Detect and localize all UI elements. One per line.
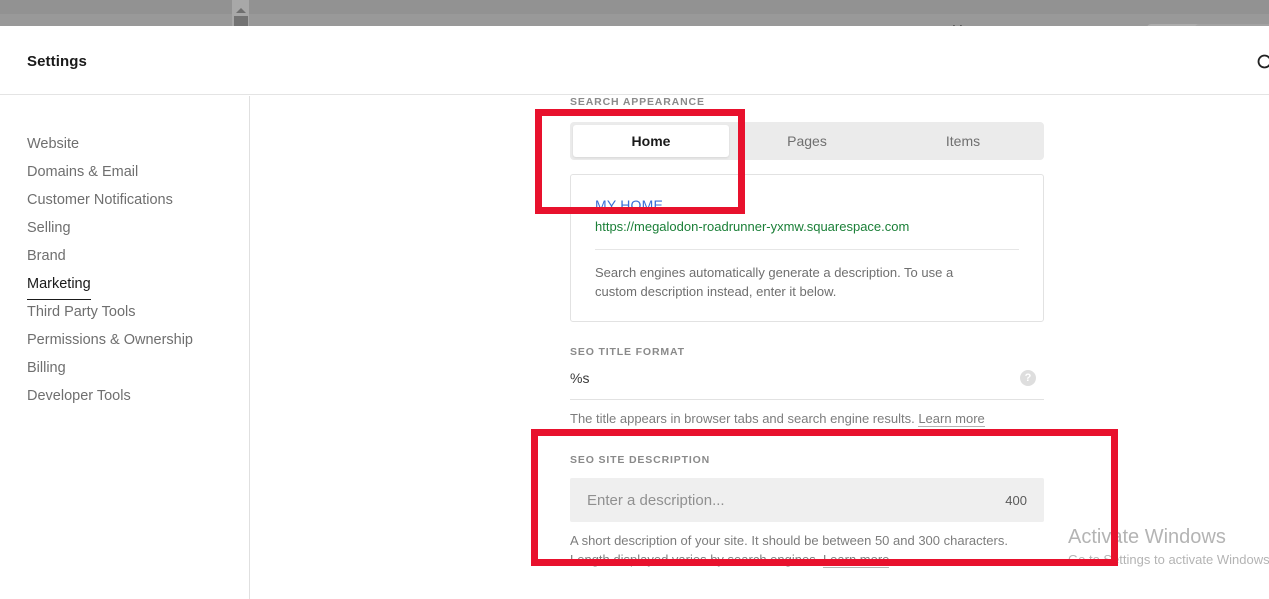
seo-title-format-section: SEO TITLE FORMAT %s ? The title appears … (570, 346, 1044, 428)
sidebar-item-third-party-tools[interactable]: Third Party Tools (0, 298, 249, 326)
seo-title-format-label: SEO TITLE FORMAT (570, 346, 685, 358)
sidebar-item-label: Customer Notifications (27, 192, 173, 208)
search-appearance-tabs: Home Pages Items (570, 122, 1044, 160)
scroll-up-arrow-icon[interactable] (236, 8, 246, 13)
screen-root: H Settings Website Domains & Email Custo… (0, 0, 1269, 599)
sidebar-item-billing[interactable]: Billing (0, 354, 249, 382)
settings-sidebar: Website Domains & Email Customer Notific… (0, 96, 250, 599)
browser-chrome-top-band (0, 0, 1269, 14)
sidebar-item-developer-tools[interactable]: Developer Tools (0, 382, 249, 410)
settings-main-content: SEARCH APPEARANCE Home Pages Items MY HO… (251, 96, 1269, 599)
sidebar-item-marketing[interactable]: Marketing (0, 270, 249, 300)
help-text-body: The title appears in browser tabs and se… (570, 411, 919, 426)
tab-items[interactable]: Items (885, 125, 1041, 157)
search-appearance-section: SEARCH APPEARANCE Home Pages Items (570, 96, 1044, 160)
learn-more-link[interactable]: Learn more (918, 411, 985, 427)
preview-description: Search engines automatically generate a … (595, 265, 954, 299)
seo-site-description-help: A short description of your site. It sho… (570, 531, 1044, 569)
seo-site-description-section: SEO SITE DESCRIPTION Enter a description… (570, 454, 1044, 569)
seo-title-format-input[interactable]: %s ? (570, 370, 1044, 400)
sidebar-item-label: Billing (27, 360, 66, 376)
help-icon[interactable]: ? (1020, 370, 1036, 386)
tab-label: Items (945, 133, 981, 149)
sidebar-item-label: Website (27, 136, 80, 152)
seo-title-format-help: The title appears in browser tabs and se… (570, 409, 1044, 428)
help-text-body: A short description of your site. It sho… (570, 533, 1008, 567)
preview-url: https://megalodon-roadrunner-yxmw.square… (595, 219, 910, 234)
sidebar-item-website[interactable]: Website (0, 130, 249, 158)
sidebar-item-label: Permissions & Ownership (27, 332, 193, 348)
seo-site-description-input[interactable]: Enter a description... 400 (570, 478, 1044, 522)
preview-divider (595, 249, 1019, 250)
learn-more-link[interactable]: Learn more (822, 552, 890, 568)
seo-site-description-placeholder: Enter a description... (587, 491, 725, 509)
tab-pages[interactable]: Pages (729, 125, 885, 157)
seo-site-description-label: SEO SITE DESCRIPTION (570, 454, 711, 466)
settings-panel: Settings Website Domains & Email Custome… (0, 26, 1269, 599)
sidebar-item-label: Marketing (27, 270, 91, 300)
preview-title: MY HOME (595, 197, 664, 213)
panel-header: Settings (0, 26, 1269, 95)
sidebar-item-selling[interactable]: Selling (0, 214, 249, 242)
sidebar-item-permissions-ownership[interactable]: Permissions & Ownership (0, 326, 249, 354)
sidebar-item-customer-notifications[interactable]: Customer Notifications (0, 186, 249, 214)
search-icon[interactable] (1256, 53, 1269, 73)
sidebar-item-label: Selling (27, 220, 71, 236)
sidebar-item-label: Brand (27, 248, 66, 264)
seo-title-format-value: %s (570, 370, 590, 386)
tab-home[interactable]: Home (573, 125, 729, 157)
sidebar-item-label: Third Party Tools (27, 304, 136, 320)
sidebar-item-domains-email[interactable]: Domains & Email (0, 158, 249, 186)
tab-label: Home (631, 133, 671, 149)
seo-settings-column: SEARCH APPEARANCE Home Pages Items MY HO… (570, 96, 1044, 569)
sidebar-item-label: Domains & Email (27, 164, 139, 180)
sidebar-item-brand[interactable]: Brand (0, 242, 249, 270)
page-title: Settings (27, 53, 87, 70)
tab-label: Pages (787, 133, 827, 149)
sidebar-item-label: Developer Tools (27, 388, 131, 404)
search-result-preview-card: MY HOME https://megalodon-roadrunner-yxm… (570, 174, 1044, 322)
search-appearance-label: SEARCH APPEARANCE (570, 96, 705, 108)
character-counter: 400 (1005, 492, 1027, 508)
